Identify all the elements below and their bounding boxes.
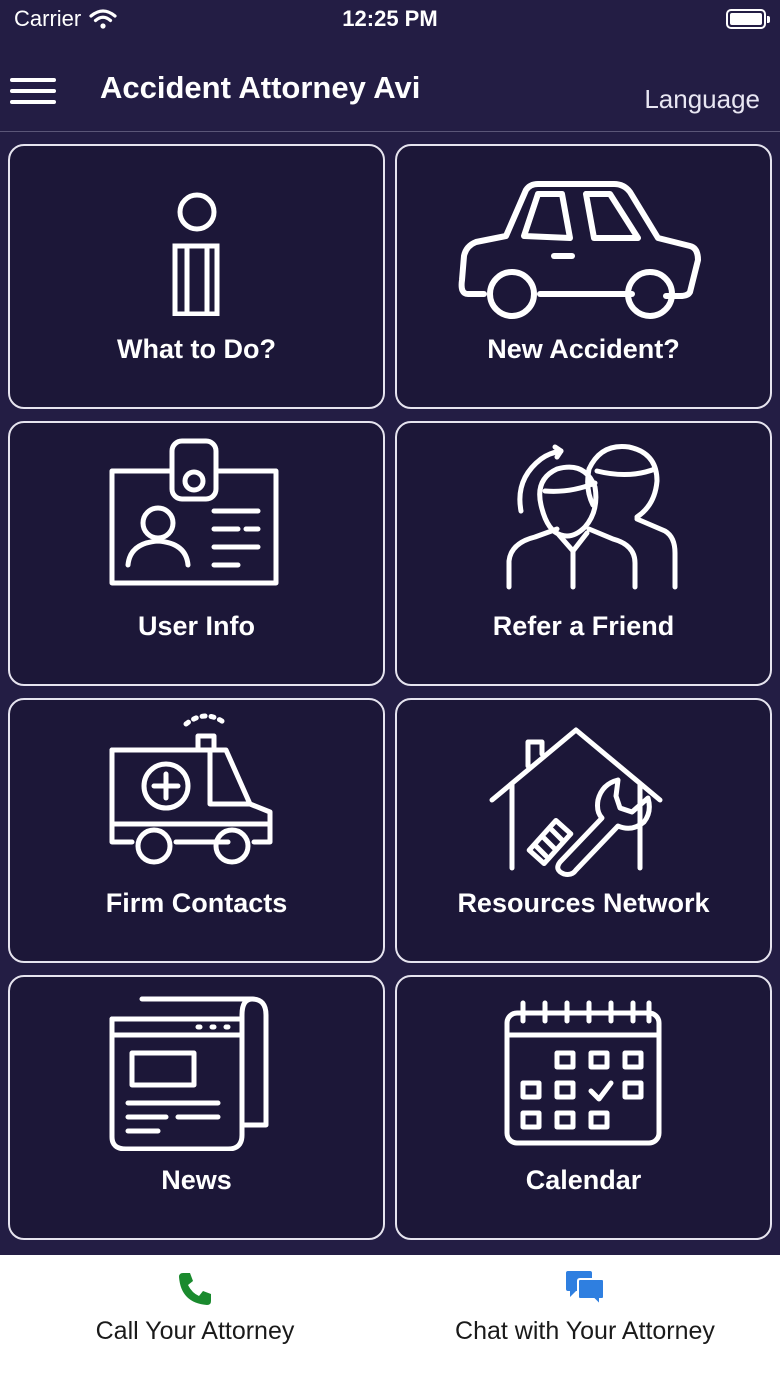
tile-label: News [161, 1165, 232, 1195]
tile-firm-contacts[interactable]: Firm Contacts [8, 698, 385, 963]
tile-label: Refer a Friend [492, 611, 675, 641]
house-tools-icon [397, 726, 770, 886]
battery-icon [726, 9, 770, 29]
tile-label: Calendar [525, 1165, 642, 1195]
language-button[interactable]: Language [644, 84, 760, 115]
calendar-icon [397, 999, 770, 1159]
tile-refer-a-friend[interactable]: Refer a Friend [395, 421, 772, 686]
tile-label: New Accident? [487, 334, 680, 364]
nav-bar: Accident Attorney Avi Language [0, 40, 780, 132]
chat-attorney-button[interactable]: Chat with Your Attorney [390, 1255, 780, 1387]
ambulance-icon [10, 712, 383, 872]
status-bar: Carrier 12:25 PM [0, 0, 780, 40]
tile-grid: What to Do? New Accident? User Info Refe… [8, 144, 772, 1240]
status-time: 12:25 PM [342, 6, 438, 31]
tile-label: Firm Contacts [105, 888, 288, 918]
bottom-action-bar: Call Your Attorney Chat with Your Attorn… [0, 1255, 780, 1387]
tile-label: User Info [137, 611, 256, 641]
tile-news[interactable]: News [8, 975, 385, 1240]
tile-label: What to Do? [117, 334, 276, 364]
tile-label: Resources Network [457, 888, 710, 918]
id-badge-icon [10, 437, 383, 597]
tile-what-to-do[interactable]: What to Do? [8, 144, 385, 409]
tile-new-accident[interactable]: New Accident? [395, 144, 772, 409]
call-attorney-button[interactable]: Call Your Attorney [0, 1255, 390, 1387]
tile-user-info[interactable]: User Info [8, 421, 385, 686]
hamburger-menu-icon[interactable] [10, 78, 56, 112]
call-attorney-label: Call Your Attorney [95, 1317, 295, 1345]
newspaper-icon [10, 991, 383, 1151]
chat-attorney-label: Chat with Your Attorney [455, 1317, 715, 1345]
app-title: Accident Attorney Avi [100, 70, 421, 105]
car-icon [397, 176, 770, 336]
info-icon [10, 176, 383, 336]
people-icon [397, 439, 770, 599]
tile-resources-network[interactable]: Resources Network [395, 698, 772, 963]
chat-icon [390, 1269, 780, 1309]
phone-icon [0, 1269, 390, 1309]
tile-calendar[interactable]: Calendar [395, 975, 772, 1240]
